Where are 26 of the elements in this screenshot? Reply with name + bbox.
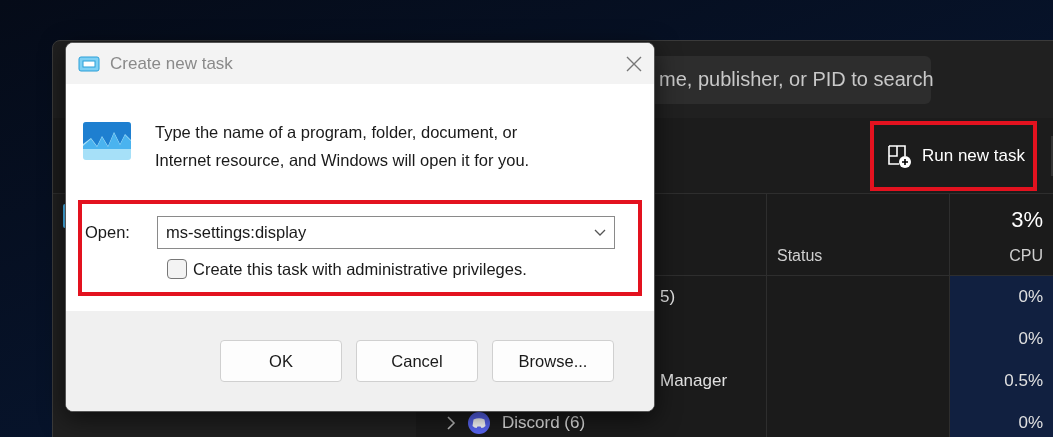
cpu-total: 3% xyxy=(1011,207,1043,233)
open-label: Open: xyxy=(85,223,131,242)
process-name: 5) xyxy=(660,287,676,307)
cpu-cell: 0% xyxy=(949,402,1053,437)
dropdown-icon[interactable] xyxy=(594,228,606,237)
dialog-button[interactable]: Cancel xyxy=(356,340,478,382)
close-icon[interactable] xyxy=(626,55,642,72)
dialog-button[interactable]: OK xyxy=(220,340,342,382)
instruction-text: Type the name of a program, folder, document, or Internet resource, and Windows will open it for you. xyxy=(155,122,531,171)
task-manager-icon xyxy=(83,122,131,160)
cpu-cell: 0% xyxy=(949,276,1053,318)
process-name-cell[interactable]: Discord (6) xyxy=(416,402,766,437)
process-name: Discord (6) xyxy=(502,413,586,433)
dialog-title: Create new task xyxy=(110,53,234,74)
column-header[interactable]: Status xyxy=(766,194,949,276)
open-combobox[interactable]: ms-settings:display xyxy=(157,216,615,249)
chevron-icon[interactable] xyxy=(446,416,456,430)
new-task-icon xyxy=(886,142,912,169)
admin-checkbox[interactable] xyxy=(167,259,187,279)
app-window-icon xyxy=(78,55,100,72)
checkbox-label[interactable]: Create this task with administrative privileges. xyxy=(193,259,527,279)
run-new-task-button[interactable]: Run new task xyxy=(870,120,1037,191)
column-label: CPU xyxy=(1009,247,1043,265)
cpu-cell: 0% xyxy=(949,318,1053,360)
cpu-cell: 0.5% xyxy=(949,360,1053,402)
dialog-button[interactable]: Browse... xyxy=(492,340,614,382)
